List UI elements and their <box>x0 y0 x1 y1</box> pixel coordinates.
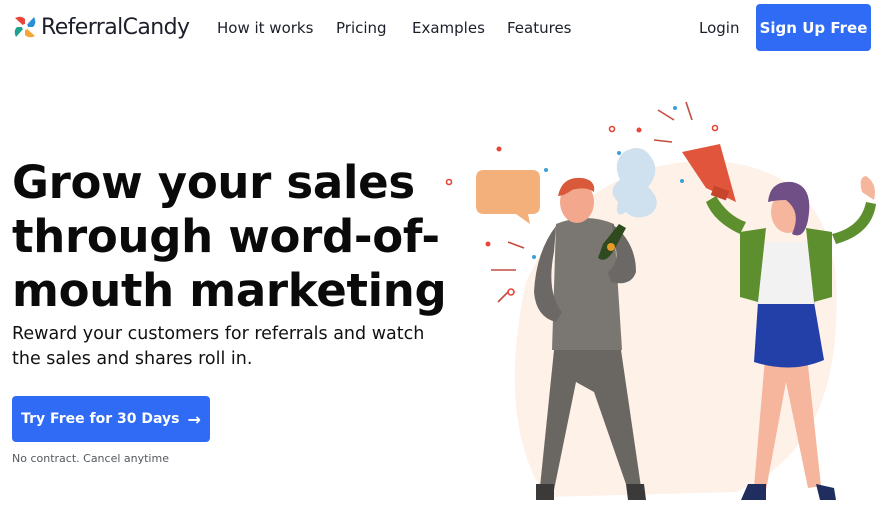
hero-headline: Grow your sales through word-of- mouth m… <box>12 156 452 318</box>
splash-cloud <box>612 148 657 218</box>
hero-subheading: Reward your customers for referrals and … <box>12 322 442 372</box>
headline-line: Grow your sales <box>12 156 415 209</box>
hero-illustration <box>445 101 876 500</box>
headline-line: through word-of- <box>12 210 440 263</box>
subhead-line: Reward your customers for referrals and … <box>12 324 425 344</box>
referralcandy-logo[interactable]: ReferralCandy <box>12 10 190 44</box>
headline-line: mouth marketing <box>12 264 447 317</box>
try-free-button[interactable]: Try Free for 30 Days → <box>12 396 210 442</box>
nav-how-it-works[interactable]: How it works <box>217 19 313 37</box>
brand-name: ReferralCandy <box>41 14 190 40</box>
sign-up-button[interactable]: Sign Up Free <box>756 4 871 51</box>
no-contract-note: No contract. Cancel anytime <box>12 452 169 465</box>
top-navigation: ReferralCandy How it works Pricing Examp… <box>0 0 887 56</box>
nav-features[interactable]: Features <box>507 19 572 37</box>
login-link[interactable]: Login <box>699 19 739 37</box>
nav-pricing[interactable]: Pricing <box>336 19 387 37</box>
candy-logo-icon <box>14 16 36 38</box>
speech-bubble-icon <box>476 170 540 224</box>
subhead-line: the sales and shares roll in. <box>12 349 253 369</box>
nav-examples[interactable]: Examples <box>412 19 485 37</box>
try-free-label: Try Free for 30 Days <box>21 411 180 427</box>
arrow-right-icon: → <box>187 409 201 429</box>
